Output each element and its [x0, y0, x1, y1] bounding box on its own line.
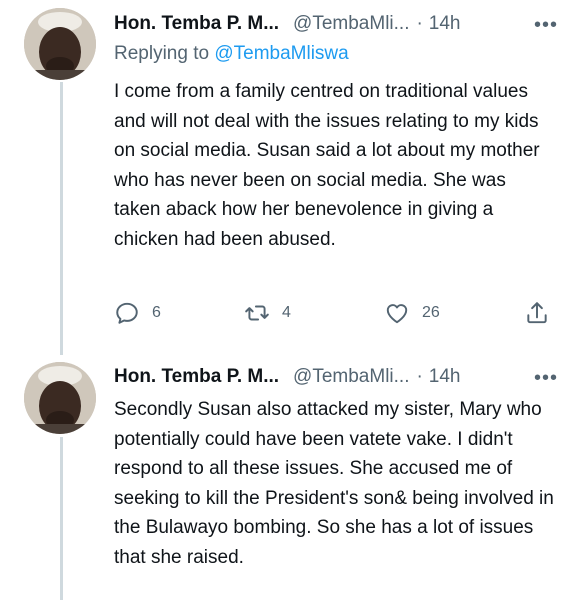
reply-count: 6 — [152, 304, 161, 321]
replying-to: Replying to @TembaMliswa — [114, 43, 349, 65]
replying-to-label: Replying to — [114, 43, 210, 64]
separator-dot: · — [416, 366, 423, 387]
reply-button[interactable]: 6 — [114, 296, 161, 330]
avatar-image — [24, 362, 96, 434]
retweet-count: 4 — [282, 304, 291, 321]
tweet-header: Hon. Temba P. M... @TembaMli... · 14h ••… — [114, 10, 564, 38]
tweet-text: Secondly Susan also attacked my sister, … — [114, 399, 554, 568]
tweet-text: I come from a family centred on traditio… — [114, 81, 540, 250]
avatar[interactable] — [24, 362, 96, 434]
avatar[interactable] — [24, 8, 96, 80]
more-icon[interactable]: ••• — [534, 14, 558, 37]
thread-connector-line — [60, 82, 63, 355]
heart-icon — [386, 304, 408, 324]
thread-connector-line — [60, 437, 63, 600]
author-handle[interactable]: @TembaMli... — [293, 366, 409, 388]
author-name[interactable]: Hon. Temba P. M... — [114, 366, 279, 388]
separator-dot: · — [416, 13, 423, 34]
replying-to-handle-link[interactable]: @TembaMliswa — [214, 43, 348, 64]
avatar-image — [24, 8, 96, 80]
tweet-header: Hon. Temba P. M... @TembaMli... · 14h ••… — [114, 363, 564, 391]
retweet-button[interactable]: 4 — [244, 296, 291, 330]
timestamp[interactable]: 14h — [429, 366, 461, 388]
tweet[interactable]: Hon. Temba P. M... @TembaMli... · 14h ••… — [0, 355, 580, 600]
like-count: 26 — [422, 304, 440, 321]
share-icon — [527, 302, 547, 324]
retweet-icon — [245, 305, 269, 321]
author-name[interactable]: Hon. Temba P. M... — [114, 13, 279, 35]
timestamp[interactable]: 14h — [429, 13, 461, 35]
reply-icon — [116, 302, 138, 324]
tweet[interactable]: Hon. Temba P. M... @TembaMli... · 14h ••… — [0, 0, 580, 355]
share-button[interactable] — [524, 296, 550, 330]
more-icon[interactable]: ••• — [534, 367, 558, 390]
author-handle[interactable]: @TembaMli... — [293, 13, 409, 35]
like-button[interactable]: 26 — [384, 296, 440, 330]
tweet-actions: 6 4 26 — [114, 296, 554, 330]
